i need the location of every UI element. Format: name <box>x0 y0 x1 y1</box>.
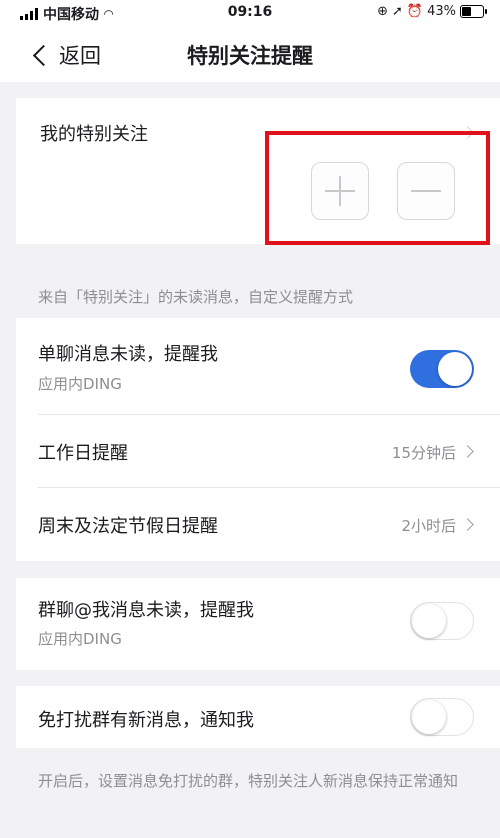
alarm-icon: ⏰ <box>406 4 424 19</box>
single-chat-toggle[interactable] <box>410 350 474 388</box>
group-chat-card: 群聊@我消息未读，提醒我 应用内DING <box>16 578 500 670</box>
highlight-box <box>265 131 490 245</box>
section-note: 来自「特别关注」的未读消息，自定义提醒方式 <box>38 288 354 306</box>
toggle-knob <box>438 352 472 386</box>
dnd-group-card: 免打扰群有新消息，通知我 <box>16 686 500 748</box>
group-chat-toggle[interactable] <box>410 602 474 640</box>
nav-bar: 返回 特别关注提醒 <box>0 26 500 82</box>
group-chat-subtitle: 应用内DING <box>38 630 122 648</box>
battery-icon <box>460 5 487 18</box>
orientation-lock-icon: ⊕ <box>377 4 388 19</box>
weekend-reminder-row[interactable]: 周末及法定节假日提醒 2小时后 <box>16 488 500 561</box>
single-chat-title: 单聊消息未读，提醒我 <box>38 344 218 365</box>
single-chat-row: 单聊消息未读，提醒我 应用内DING <box>16 318 500 414</box>
dnd-group-title: 免打扰群有新消息，通知我 <box>38 710 254 731</box>
dnd-group-row: 免打扰群有新消息，通知我 <box>16 686 500 748</box>
group-chat-row: 群聊@我消息未读，提醒我 应用内DING <box>16 578 500 670</box>
reminder-settings-card: 单聊消息未读，提醒我 应用内DING 工作日提醒 15分钟后 周末及法定节假日提… <box>16 318 500 561</box>
toggle-knob <box>412 700 446 734</box>
page-title: 特别关注提醒 <box>187 44 313 68</box>
status-bar: 中国移动 ◠ 09:16 ⊕ ➚ ⏰ 43% <box>0 0 500 26</box>
toggle-knob <box>412 604 446 638</box>
weekend-title: 周末及法定节假日提醒 <box>38 516 218 537</box>
chevron-right-icon <box>461 445 474 458</box>
dnd-group-toggle[interactable] <box>410 698 474 736</box>
location-icon: ➚ <box>392 4 403 19</box>
group-chat-title: 群聊@我消息未读，提醒我 <box>38 600 254 621</box>
weekend-value: 2小时后 <box>401 517 456 535</box>
battery-percent: 43% <box>427 4 456 19</box>
chevron-right-icon <box>461 518 474 531</box>
dnd-footnote: 开启后，设置消息免打扰的群，特别关注人新消息保持正常通知 <box>38 772 459 790</box>
workday-value: 15分钟后 <box>391 444 456 462</box>
single-chat-subtitle: 应用内DING <box>38 375 122 393</box>
status-right: ⊕ ➚ ⏰ 43% <box>377 4 487 19</box>
workday-reminder-row[interactable]: 工作日提醒 15分钟后 <box>16 415 500 487</box>
special-follow-label: 我的特别关注 <box>40 124 148 145</box>
workday-title: 工作日提醒 <box>38 443 128 464</box>
